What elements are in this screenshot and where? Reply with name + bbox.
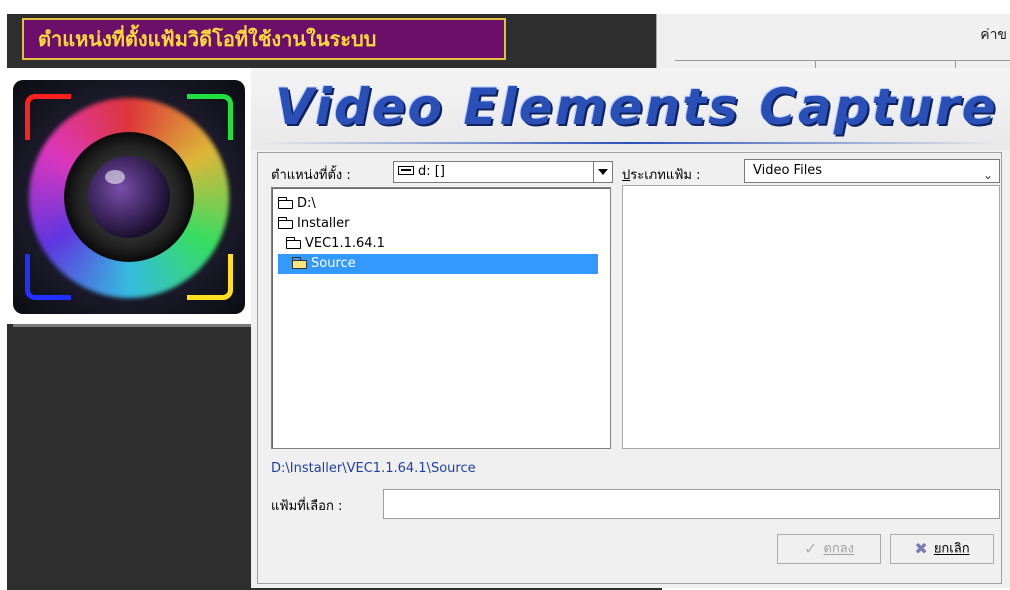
ok-button-label: ตกลง — [823, 541, 855, 557]
tree-item-label: VEC1.1.64.1 — [305, 236, 385, 251]
tree-item-label: D:\ — [297, 196, 316, 211]
ok-button[interactable]: ✓ ตกลง — [777, 534, 881, 564]
background-window: ค่าข — [656, 14, 1010, 69]
current-path: D:\Installer\VEC1.1.64.1\Source — [271, 461, 476, 476]
select-folder-dialog: Video Elements Capture ตำแหน่งที่ตั้ง : … — [7, 68, 1010, 588]
drive-select-value: d: [] — [418, 164, 445, 179]
file-type-label: ประเภทแฟ้ม : — [622, 164, 700, 185]
title-header: Video Elements Capture — [251, 68, 1010, 150]
logo-panel — [7, 68, 251, 324]
tree-item-label: Source — [311, 256, 356, 271]
cancel-x-icon: ✖ — [914, 539, 928, 558]
file-type-label-rest: ระเภทแฟ้ม : — [630, 168, 701, 183]
tree-item-installer[interactable]: Installer — [278, 214, 355, 234]
tree-item-label: Installer — [297, 216, 350, 231]
form-area: ตำแหน่งที่ตั้ง : d: [] ประเภทแฟ้ม : Vide… — [257, 152, 1002, 584]
title-underline — [261, 142, 1000, 144]
cancel-button-label: ยกเลิก — [933, 541, 970, 557]
left-dark-strip — [7, 324, 251, 588]
tree-item-vec[interactable]: VEC1.1.64.1 — [286, 234, 391, 254]
file-type-select[interactable]: Video Files ⌄ — [744, 159, 1000, 183]
folder-open-icon — [278, 217, 294, 229]
lens-glint — [105, 170, 125, 184]
drive-select[interactable]: d: [] — [393, 161, 613, 183]
chevron-down-icon: ⌄ — [982, 168, 993, 182]
drive-dropdown-arrow-icon[interactable] — [593, 162, 612, 182]
folder-tree[interactable]: D:\ Installer VEC1.1.64.1 Source — [271, 187, 611, 449]
camera-lens-icon — [13, 80, 245, 314]
app-title: Video Elements Capture — [275, 78, 998, 136]
background-window-title: ค่าข — [980, 27, 1007, 43]
file-type-select-value: Video Files — [753, 163, 823, 178]
corner-bracket-red — [25, 94, 71, 140]
corner-bracket-green — [187, 94, 233, 140]
location-banner: ตำแหน่งที่ตั้งแฟ้มวิดีโอที่ใช้งานในระบบ — [22, 18, 506, 60]
cancel-button[interactable]: ✖ ยกเลิก — [890, 534, 994, 564]
checkmark-icon: ✓ — [803, 539, 818, 558]
tree-item-drive-d[interactable]: D:\ — [278, 194, 322, 214]
file-list[interactable] — [622, 185, 1000, 449]
drive-icon — [398, 166, 414, 175]
selected-file-input[interactable] — [383, 489, 1000, 519]
tree-item-source[interactable]: Source — [278, 254, 598, 274]
selected-file-label: แฟ้มที่เลือก : — [271, 499, 343, 514]
folder-open-icon — [278, 197, 294, 209]
corner-bracket-blue — [25, 254, 71, 300]
folder-open-icon — [286, 237, 302, 249]
corner-bracket-yellow — [187, 254, 233, 300]
lens-glass — [88, 156, 170, 238]
folder-open-icon — [292, 257, 308, 269]
location-label: ตำแหน่งที่ตั้ง : — [271, 168, 351, 183]
